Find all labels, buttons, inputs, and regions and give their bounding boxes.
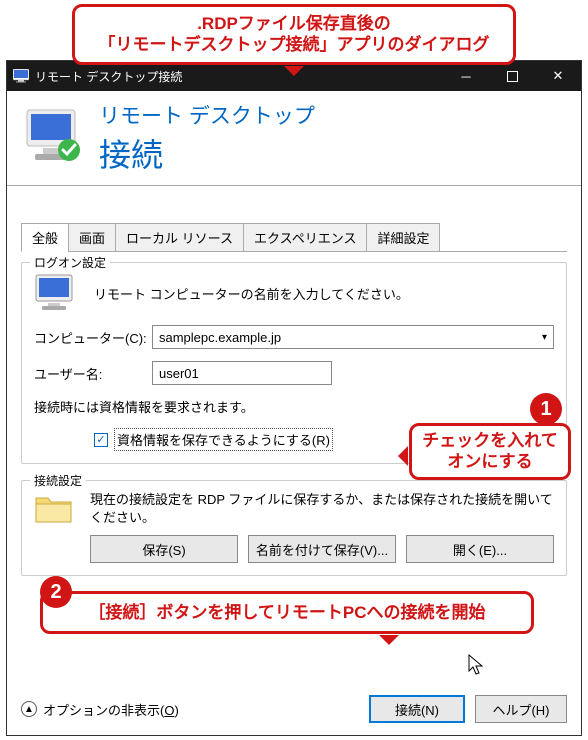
annotation-balloon-2-text: ［接続］ボタンを押してリモートPCへの接続を開始 — [88, 603, 485, 622]
banner-titles: リモート デスクトップ 接続 — [99, 100, 315, 176]
maximize-button[interactable] — [489, 61, 535, 91]
minimize-button[interactable]: ─ — [443, 61, 489, 91]
computer-value: samplepc.example.jp — [159, 330, 281, 345]
chevron-down-icon: ▾ — [542, 332, 547, 343]
group-connset-legend: 接続設定 — [30, 472, 86, 489]
annotation-balloon-1: チェックを入れて オンにする — [409, 423, 571, 480]
tab-local-resources[interactable]: ローカル リソース — [115, 223, 244, 252]
callout-top: .RDPファイル保存直後の 「リモートデスクトップ接続」アプリのダイアログ — [72, 4, 516, 65]
connset-desc: 現在の接続設定を RDP ファイルに保存するか、または保存された接続を開いてくだ… — [90, 491, 554, 527]
open-button[interactable]: 開く(E)... — [406, 535, 554, 563]
bottom-bar: ▲ オプションの非表示(O) 接続(N) ヘルプ(H) — [21, 695, 567, 723]
toggle-options[interactable]: オプションの非表示(O) — [43, 700, 179, 719]
save-button[interactable]: 保存(S) — [90, 535, 238, 563]
username-field[interactable]: user01 — [152, 361, 332, 385]
tabs: 全般 画面 ローカル リソース エクスペリエンス 詳細設定 — [21, 222, 567, 252]
titlebar-text: リモート デスクトップ接続 — [35, 68, 182, 85]
group-connection-settings: 接続設定 現在の接続設定を RDP ファイルに保存するか、または保存された接続を… — [21, 480, 567, 576]
connect-button[interactable]: 接続(N) — [369, 695, 465, 723]
app-icon — [13, 69, 29, 83]
tab-advanced[interactable]: 詳細設定 — [366, 223, 440, 252]
chevron-up-icon[interactable]: ▲ — [21, 701, 37, 717]
save-as-button[interactable]: 名前を付けて保存(V)... — [248, 535, 396, 563]
folder-icon — [34, 492, 74, 526]
username-label: ユーザー名: — [34, 364, 152, 383]
help-button[interactable]: ヘルプ(H) — [475, 695, 567, 723]
banner: リモート デスクトップ 接続 — [7, 91, 581, 186]
cred-note: 接続時には資格情報を要求されます。 — [34, 397, 254, 416]
computer-label: コンピューター(C): — [34, 328, 152, 347]
annotation-balloon-1-text: チェックを入れて オンにする — [422, 431, 558, 471]
tab-experience[interactable]: エクスペリエンス — [243, 223, 367, 252]
annotation-badge-1: 1 — [530, 393, 562, 425]
banner-title1: リモート デスクトップ — [99, 100, 315, 130]
save-cred-label: 資格情報を保存できるようにする(R) — [114, 428, 333, 451]
rdp-banner-icon — [21, 108, 85, 168]
close-button[interactable]: ✕ — [535, 61, 581, 91]
computer-icon — [34, 273, 78, 313]
cursor-icon — [468, 654, 486, 679]
banner-title2: 接続 — [99, 130, 315, 176]
username-value: user01 — [159, 366, 199, 381]
group-logon-legend: ログオン設定 — [30, 254, 110, 271]
annotation-badge-2: 2 — [40, 576, 72, 608]
computer-combo[interactable]: samplepc.example.jp ▾ — [152, 325, 554, 349]
checkbox-icon: ✓ — [94, 433, 108, 447]
dialog-window: リモート デスクトップ接続 ─ ✕ リモート デスクトップ 接続 全般 画面 ロ… — [6, 60, 582, 736]
annotation-balloon-2: ［接続］ボタンを押してリモートPCへの接続を開始 — [40, 591, 534, 634]
tab-display[interactable]: 画面 — [68, 223, 116, 252]
callout-top-text: .RDPファイル保存直後の 「リモートデスクトップ接続」アプリのダイアログ — [99, 14, 490, 54]
logon-desc: リモート コンピューターの名前を入力してください。 — [94, 284, 409, 303]
tab-general[interactable]: 全般 — [21, 223, 69, 252]
